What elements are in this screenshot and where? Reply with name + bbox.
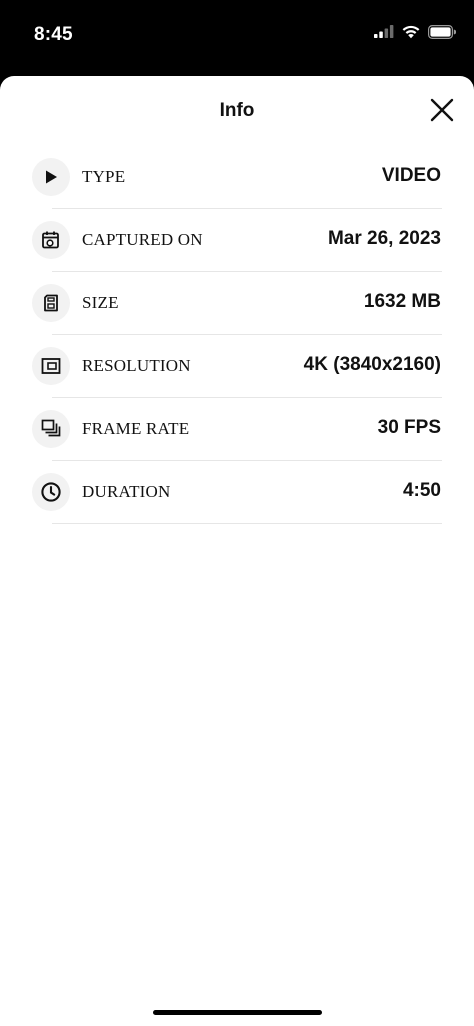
battery-icon: [428, 24, 457, 44]
info-value: 30 FPS: [377, 417, 441, 438]
close-button[interactable]: [428, 96, 456, 124]
status-icons: [374, 24, 457, 44]
info-value: 1632 MB: [363, 291, 441, 312]
info-sheet: Info TYPE VIDEO CAPTURED ON Mar 26, 2023…: [0, 76, 474, 1026]
home-indicator[interactable]: [153, 1010, 322, 1015]
info-row-captured-on: CAPTURED ON Mar 26, 2023: [0, 209, 474, 272]
sd-card-icon: [32, 284, 70, 322]
info-value: Mar 26, 2023: [327, 228, 441, 249]
info-value: 4K (3840x2160): [303, 354, 441, 375]
clock-icon: [32, 473, 70, 511]
info-list: TYPE VIDEO CAPTURED ON Mar 26, 2023 SIZE…: [0, 146, 474, 524]
calendar-icon: [32, 221, 70, 259]
play-icon: [32, 158, 70, 196]
sheet-header: Info: [0, 76, 474, 148]
info-label: RESOLUTION: [82, 356, 191, 375]
info-row-size: SIZE 1632 MB: [0, 272, 474, 335]
info-row-duration: DURATION 4:50: [0, 461, 474, 524]
info-value: VIDEO: [381, 165, 441, 186]
close-icon: [430, 98, 454, 122]
info-value: 4:50: [402, 480, 441, 501]
cellular-signal-icon: [374, 25, 394, 43]
status-bar: 8:45: [0, 0, 474, 72]
info-row-resolution: RESOLUTION 4K (3840x2160): [0, 335, 474, 398]
resolution-icon: [32, 347, 70, 385]
info-label: FRAME RATE: [82, 419, 190, 438]
info-label: TYPE: [82, 167, 126, 186]
info-row-frame-rate: FRAME RATE 30 FPS: [0, 398, 474, 461]
divider: [52, 523, 442, 524]
info-label: CAPTURED ON: [82, 230, 203, 249]
info-label: DURATION: [82, 482, 171, 501]
info-row-type: TYPE VIDEO: [0, 146, 474, 209]
status-time: 8:45: [34, 24, 73, 45]
frame-rate-icon: [32, 410, 70, 448]
sheet-title: Info: [219, 100, 255, 121]
wifi-icon: [401, 24, 421, 44]
info-label: SIZE: [82, 293, 119, 312]
